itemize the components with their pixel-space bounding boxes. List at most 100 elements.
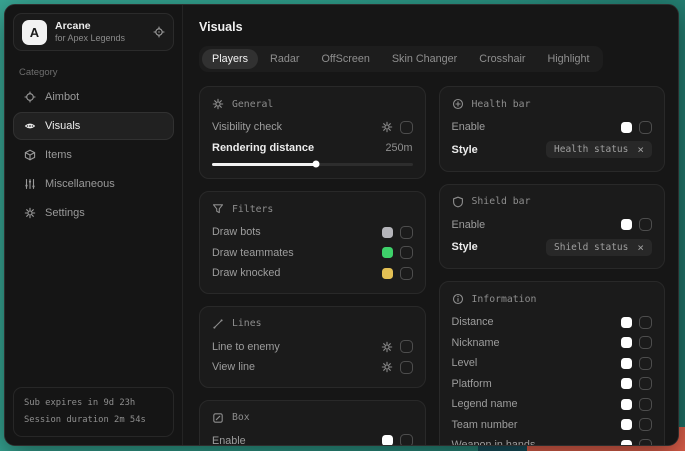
cube-icon	[24, 149, 36, 161]
card-header: Box	[212, 412, 413, 424]
nickname-checkbox[interactable]	[639, 336, 652, 349]
remove-icon[interactable]: ×	[637, 144, 644, 155]
sidebar-item-label: Aimbot	[45, 91, 79, 103]
row-label: Level	[452, 357, 478, 369]
view-line-checkbox[interactable]	[400, 361, 413, 374]
tab-radar[interactable]: Radar	[260, 49, 309, 69]
legend-name-color-swatch[interactable]	[621, 399, 632, 410]
row-enable: Enable	[212, 431, 413, 446]
distance-color-swatch[interactable]	[621, 317, 632, 328]
info-icon	[452, 293, 464, 305]
team-number-color-swatch[interactable]	[621, 419, 632, 430]
weapon-in-hands-color-swatch[interactable]	[621, 440, 632, 445]
nickname-color-swatch[interactable]	[621, 337, 632, 348]
row-line-to-enemy: Line to enemy	[212, 337, 413, 358]
tab-highlight[interactable]: Highlight	[537, 49, 599, 69]
cards-area: GeneralVisibility checkRendering distanc…	[199, 86, 665, 445]
sidebar-item-label: Visuals	[45, 120, 80, 132]
target-icon[interactable]	[153, 26, 165, 38]
level-checkbox[interactable]	[639, 357, 652, 370]
remove-icon[interactable]: ×	[637, 242, 644, 253]
row-label: Nickname	[452, 337, 500, 349]
tab-skin-changer[interactable]: Skin Changer	[382, 49, 467, 69]
rendering-distance-slider[interactable]	[212, 163, 413, 167]
draw-knocked-color-swatch[interactable]	[382, 268, 393, 279]
row-label: Line to enemy	[212, 341, 280, 353]
row-controls	[621, 316, 652, 329]
row-controls	[621, 121, 652, 134]
visibility-check-checkbox[interactable]	[400, 121, 413, 134]
row-controls	[621, 377, 652, 390]
sliders-icon	[24, 178, 36, 190]
enable-color-swatch[interactable]	[382, 435, 393, 445]
sidebar-item-label: Miscellaneous	[45, 178, 115, 190]
health-status-select-chip[interactable]: Health status ×	[546, 141, 652, 158]
line-to-enemy-checkbox[interactable]	[400, 340, 413, 353]
health-icon	[452, 98, 464, 110]
row-view-line: View line	[212, 357, 413, 378]
row-draw-teammates: Draw teammates	[212, 243, 413, 264]
card-title: Filters	[232, 204, 273, 215]
draw-knocked-checkbox[interactable]	[400, 267, 413, 280]
chip-value: Health status	[554, 144, 628, 155]
gear-icon[interactable]	[381, 121, 393, 133]
row-legend-name: Legend name	[452, 394, 653, 415]
tab-offscreen[interactable]: OffScreen	[311, 49, 379, 69]
sidebar-item-visuals[interactable]: Visuals	[13, 112, 174, 140]
slider-fill	[212, 163, 316, 167]
row-style: StyleShield status×	[452, 235, 653, 259]
sidebar-item-aimbot[interactable]: Aimbot	[13, 83, 174, 111]
row-label: Distance	[452, 316, 494, 328]
row-label: Legend name	[452, 398, 518, 410]
subscription-card: Sub expires in 9d 23h Session duration 2…	[13, 387, 174, 437]
row-draw-bots: Draw bots	[212, 222, 413, 243]
platform-color-swatch[interactable]	[621, 378, 632, 389]
gear-icon[interactable]	[381, 341, 393, 353]
enable-checkbox[interactable]	[400, 434, 413, 445]
row-label: Enable	[452, 121, 486, 133]
legend-name-checkbox[interactable]	[639, 398, 652, 411]
sidebar-item-settings[interactable]: Settings	[13, 199, 174, 227]
row-controls	[382, 226, 413, 239]
row-label: Team number	[452, 419, 518, 431]
app-header-card: A Arcane for Apex Legends	[13, 13, 174, 51]
draw-bots-checkbox[interactable]	[400, 226, 413, 239]
weapon-in-hands-checkbox[interactable]	[639, 439, 652, 445]
app-logo: A	[22, 20, 47, 45]
card-header: Shield bar	[452, 196, 653, 208]
enable-checkbox[interactable]	[639, 218, 652, 231]
tab-crosshair[interactable]: Crosshair	[469, 49, 535, 69]
page-title: Visuals	[199, 20, 665, 34]
team-number-checkbox[interactable]	[639, 418, 652, 431]
row-style: StyleHealth status×	[452, 138, 653, 162]
row-visibility-check: Visibility check	[212, 117, 413, 138]
sidebar-item-items[interactable]: Items	[13, 141, 174, 169]
enable-color-swatch[interactable]	[621, 219, 632, 230]
category-label: Category	[19, 67, 168, 78]
main-panel: Visuals PlayersRadarOffScreenSkin Change…	[183, 5, 678, 445]
row-controls	[382, 267, 413, 280]
draw-teammates-color-swatch[interactable]	[382, 247, 393, 258]
distance-checkbox[interactable]	[639, 316, 652, 329]
platform-checkbox[interactable]	[639, 377, 652, 390]
slider-thumb[interactable]	[313, 161, 320, 168]
row-controls	[381, 340, 413, 353]
sub-expires-text: Sub expires in 9d 23h	[24, 395, 163, 412]
row-draw-knocked: Draw knocked	[212, 263, 413, 284]
level-color-swatch[interactable]	[621, 358, 632, 369]
gear-icon[interactable]	[381, 361, 393, 373]
cards-column-left: GeneralVisibility checkRendering distanc…	[199, 86, 426, 445]
draw-teammates-checkbox[interactable]	[400, 246, 413, 259]
card-filters: Filters Draw botsDraw teammatesDraw knock…	[199, 191, 426, 294]
tab-players[interactable]: Players	[202, 49, 258, 69]
card-box: BoxEnableEnable background	[199, 400, 426, 446]
row-enable: Enable	[452, 117, 653, 138]
sidebar-item-miscellaneous[interactable]: Miscellaneous	[13, 170, 174, 198]
shield-status-select-chip[interactable]: Shield status×	[546, 239, 652, 256]
line-icon	[212, 318, 224, 330]
enable-color-swatch[interactable]	[621, 122, 632, 133]
row-level: Level	[452, 353, 653, 374]
draw-bots-color-swatch[interactable]	[382, 227, 393, 238]
row-label: Enable	[452, 219, 486, 231]
enable-checkbox[interactable]	[639, 121, 652, 134]
